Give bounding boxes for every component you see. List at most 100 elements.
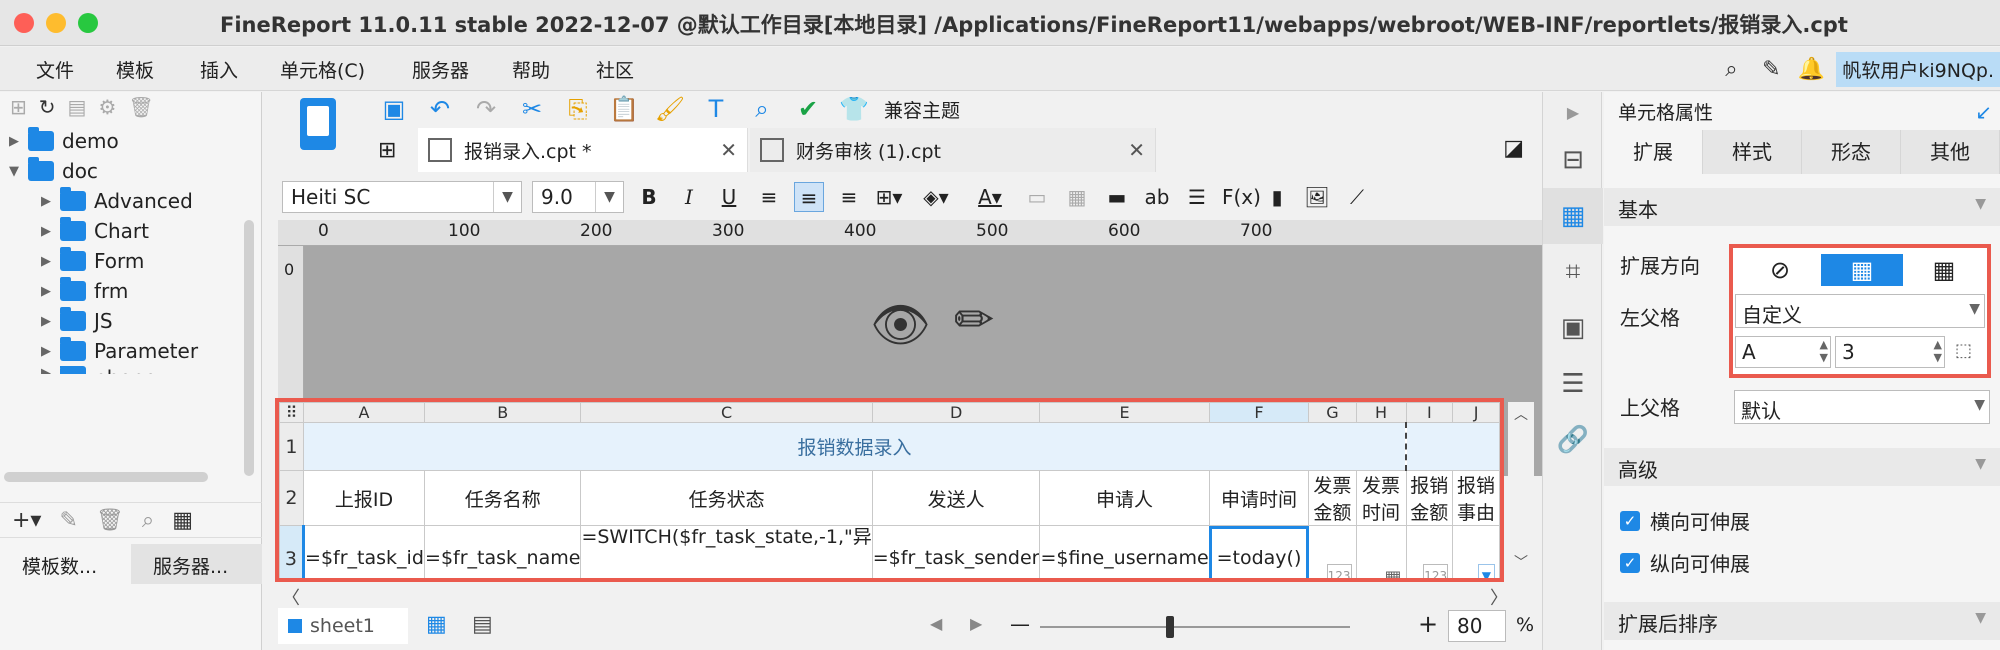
column-header[interactable]: H: [1355, 402, 1407, 423]
horizontal-stretch-checkbox[interactable]: ✓ 横向可伸展: [1620, 506, 1750, 535]
dataset-icon[interactable]: ▦: [172, 508, 193, 533]
data-cell[interactable]: =$fr_task_sender: [871, 525, 1041, 578]
data-cell[interactable]: =$fine_username: [1039, 525, 1210, 578]
row-header[interactable]: 2: [279, 470, 304, 526]
chevron-right-icon[interactable]: ▶: [38, 224, 54, 239]
chevron-right-icon[interactable]: 〉: [1490, 584, 1508, 610]
tree-item-form[interactable]: ▶ Form: [0, 246, 250, 276]
title-cell[interactable]: 报销数据录入: [302, 422, 1407, 471]
zoom-input[interactable]: 80: [1448, 610, 1506, 642]
data-cell[interactable]: 123: [1405, 525, 1454, 578]
element-icon[interactable]: ⌗: [1543, 244, 1603, 300]
check-icon[interactable]: ✔: [792, 95, 824, 123]
hyperlink-icon[interactable]: 🔗: [1543, 412, 1603, 468]
header-cell[interactable]: 申请时间: [1208, 470, 1310, 526]
unmerge-icon[interactable]: ▦: [1062, 182, 1092, 212]
column-header[interactable]: D: [871, 402, 1041, 423]
data-cell[interactable]: 123: [1308, 525, 1357, 578]
left-parent-row-input[interactable]: 3 ▲ ▼: [1835, 336, 1945, 368]
menu-help[interactable]: 帮助: [512, 56, 550, 83]
close-window-button[interactable]: [14, 13, 34, 33]
chevron-right-icon[interactable]: ▶: [6, 134, 22, 149]
zoom-in-button[interactable]: +: [1418, 610, 1438, 638]
chevron-right-icon[interactable]: ▶: [970, 614, 982, 633]
menu-cell[interactable]: 单元格(C): [280, 56, 365, 83]
notes-icon[interactable]: ✎: [1756, 54, 1786, 84]
text-tool-icon[interactable]: T: [700, 95, 732, 123]
chevron-up-icon[interactable]: ︿: [1514, 404, 1528, 424]
pick-cell-icon[interactable]: ⬚: [1955, 340, 1972, 361]
minimize-window-button[interactable]: [46, 13, 66, 33]
underline-button[interactable]: U: [714, 182, 744, 212]
condition-icon[interactable]: ☰: [1543, 356, 1603, 412]
zoom-slider-handle[interactable]: [1166, 616, 1174, 638]
tree-item-js[interactable]: ▶ JS: [0, 306, 250, 336]
save-icon[interactable]: ▣: [378, 95, 410, 123]
zoom-slider-track[interactable]: [1040, 626, 1350, 628]
cell-attribute-icon[interactable]: ▦: [1543, 188, 1603, 244]
grid-horizontal-scrollbar[interactable]: 〈 〉: [278, 584, 1512, 609]
zoom-window-button[interactable]: [78, 13, 98, 33]
border-button[interactable]: ⊞▾: [874, 182, 904, 212]
merge-icon[interactable]: ▭: [1022, 182, 1052, 212]
vertical-expand-button[interactable]: ▦: [1821, 254, 1903, 286]
align-left-button[interactable]: ≡: [754, 182, 784, 212]
data-cell[interactable]: ▼: [1452, 525, 1500, 578]
chevron-right-icon[interactable]: ▶: [1543, 92, 1603, 132]
stepper-icon[interactable]: ▲ ▼: [1820, 338, 1828, 364]
menu-insert[interactable]: 插入: [200, 56, 238, 83]
header-cell[interactable]: 报销金额: [1405, 470, 1454, 526]
close-icon[interactable]: ✕: [1128, 138, 1145, 162]
sheet-grid-icon[interactable]: ⊞: [378, 138, 396, 163]
horizontal-expand-button[interactable]: ▦: [1903, 254, 1985, 286]
chevron-right-icon[interactable]: ▶: [38, 314, 54, 329]
corner-cell[interactable]: ⠿: [279, 402, 304, 423]
left-parent-column-input[interactable]: A ▲ ▼: [1735, 336, 1831, 368]
paste-icon[interactable]: 📋: [608, 95, 640, 123]
close-icon[interactable]: ✕: [720, 138, 737, 162]
template-icon[interactable]: ▤: [68, 95, 87, 119]
chart-icon[interactable]: ▮: [1262, 182, 1292, 212]
pin-icon[interactable]: ↙: [1975, 100, 1992, 124]
text-ab-button[interactable]: ab: [1142, 182, 1172, 212]
slash-icon[interactable]: ⟋: [1342, 182, 1372, 212]
fill-color-button[interactable]: ◈▾: [914, 182, 958, 212]
vertical-stretch-checkbox[interactable]: ✓ 纵向可伸展: [1620, 548, 1750, 577]
tree-item-frm[interactable]: ▶ frm: [0, 276, 250, 306]
check-icon[interactable]: ✓: [1620, 510, 1640, 531]
data-cell[interactable]: =$fr_task_name: [424, 525, 582, 578]
tree-item-phone[interactable]: ▶phone: [0, 366, 250, 374]
column-header[interactable]: A: [302, 402, 426, 423]
title-cell-extra[interactable]: [1405, 422, 1500, 471]
chevron-right-icon[interactable]: ▶: [38, 366, 54, 374]
column-header[interactable]: C: [580, 402, 873, 423]
italic-button[interactable]: I: [674, 182, 704, 212]
no-expand-button[interactable]: ⊘: [1739, 254, 1821, 286]
header-cell[interactable]: 上报ID: [302, 470, 426, 526]
data-cell[interactable]: =SWITCH($fr_task_state,-1,"异: [580, 525, 873, 578]
section-sort[interactable]: 扩展后排序 ▼: [1604, 602, 2000, 640]
pencil-icon[interactable]: ✏: [954, 292, 994, 348]
search-preview-icon[interactable]: ⌕: [746, 95, 778, 123]
cut-icon[interactable]: ✂: [516, 95, 548, 123]
formula-button[interactable]: F(x): [1222, 182, 1261, 212]
font-color-button[interactable]: A▾: [968, 182, 1012, 212]
tree-item-advanced[interactable]: ▶ Advanced: [0, 186, 250, 216]
tab-reimbursement-entry[interactable]: 报销录入.cpt * ✕: [418, 128, 748, 172]
header-cell[interactable]: 发送人: [871, 470, 1041, 526]
tree-item-chart[interactable]: ▶ Chart: [0, 216, 250, 246]
tab-finance-review[interactable]: 财务审核 (1).cpt ✕: [750, 128, 1156, 172]
menu-file[interactable]: 文件: [36, 56, 74, 83]
widget-icon[interactable]: ▣: [1543, 300, 1603, 356]
check-icon[interactable]: ✓: [1620, 552, 1640, 573]
sheet-tab[interactable]: sheet1: [278, 608, 408, 644]
wrap-icon[interactable]: ☰: [1182, 182, 1212, 212]
chevron-left-icon[interactable]: ◀: [930, 614, 942, 633]
tree-horizontal-scrollbar[interactable]: [4, 472, 208, 482]
section-advanced[interactable]: 高级 ▼: [1604, 448, 2000, 486]
header-cell[interactable]: 任务名称: [424, 470, 582, 526]
copy-icon[interactable]: ⎘: [562, 95, 594, 123]
tab-form[interactable]: 形态: [1802, 130, 1901, 174]
column-header[interactable]: F: [1208, 402, 1310, 423]
user-name[interactable]: 帆软用户ki9NQp.: [1836, 51, 2000, 87]
